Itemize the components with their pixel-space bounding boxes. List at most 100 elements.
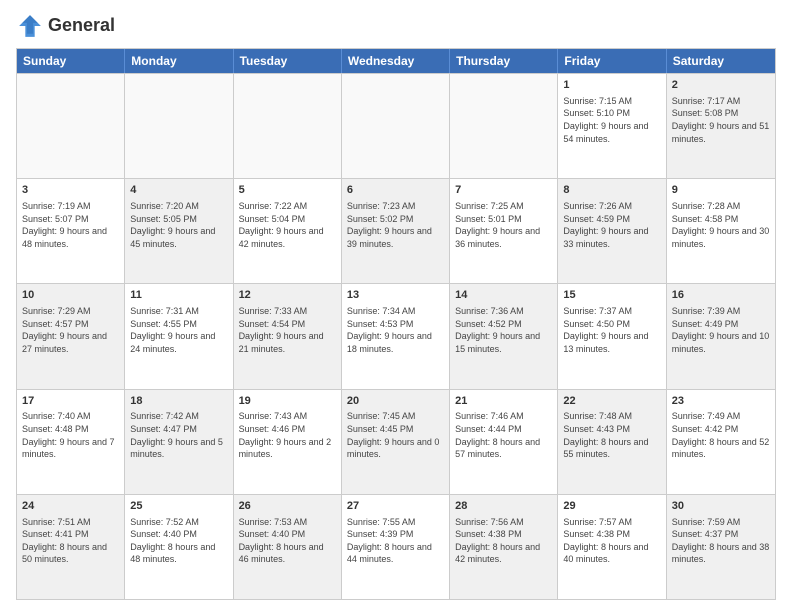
calendar-cell-r2-c6: 16Sunrise: 7:39 AMSunset: 4:49 PMDayligh… — [667, 284, 775, 388]
cell-info-line: Sunrise: 7:40 AM — [22, 410, 119, 423]
day-number: 5 — [239, 183, 336, 198]
cell-info-line: Daylight: 9 hours and 45 minutes. — [130, 225, 227, 250]
cell-info-line: Daylight: 8 hours and 57 minutes. — [455, 436, 552, 461]
cell-info-line: Daylight: 9 hours and 39 minutes. — [347, 225, 444, 250]
cell-info-line: Sunrise: 7:17 AM — [672, 95, 770, 108]
cell-info-line: Sunset: 4:40 PM — [130, 528, 227, 541]
cell-info-line: Sunset: 4:46 PM — [239, 423, 336, 436]
calendar-cell-r1-c1: 4 Sunrise: 7:20 AMSunset: 5:05 PMDaylight… — [125, 179, 233, 283]
calendar-cell-r2-c3: 13Sunrise: 7:34 AMSunset: 4:53 PMDayligh… — [342, 284, 450, 388]
weekday-header-wednesday: Wednesday — [342, 49, 450, 73]
cell-info-line: Daylight: 9 hours and 0 minutes. — [347, 436, 444, 461]
weekday-header-sunday: Sunday — [17, 49, 125, 73]
cell-info-line: Sunrise: 7:45 AM — [347, 410, 444, 423]
calendar-cell-r1-c3: 6Sunrise: 7:23 AMSunset: 5:02 PMDaylight… — [342, 179, 450, 283]
calendar-cell-r0-c6: 2Sunrise: 7:17 AMSunset: 5:08 PMDaylight… — [667, 74, 775, 178]
logo-brand: General — [48, 16, 115, 36]
cell-info-line: Sunset: 4:58 PM — [672, 213, 770, 226]
cell-info-line: Sunset: 4:42 PM — [672, 423, 770, 436]
calendar: SundayMondayTuesdayWednesdayThursdayFrid… — [16, 48, 776, 600]
calendar-cell-r2-c2: 12Sunrise: 7:33 AMSunset: 4:54 PMDayligh… — [234, 284, 342, 388]
day-number: 2 — [672, 78, 770, 93]
day-number: 4 — [130, 183, 227, 198]
cell-info-line: Sunset: 4:39 PM — [347, 528, 444, 541]
calendar-cell-r1-c6: 9Sunrise: 7:28 AMSunset: 4:58 PMDaylight… — [667, 179, 775, 283]
day-number: 21 — [455, 394, 552, 409]
cell-info-line: Sunset: 5:02 PM — [347, 213, 444, 226]
calendar-header: SundayMondayTuesdayWednesdayThursdayFrid… — [17, 49, 775, 73]
cell-info-line: Sunset: 5:08 PM — [672, 107, 770, 120]
cell-info-line: Daylight: 8 hours and 48 minutes. — [130, 541, 227, 566]
cell-info-line: Daylight: 9 hours and 7 minutes. — [22, 436, 119, 461]
day-number: 22 — [563, 394, 660, 409]
calendar-row-1: 3Sunrise: 7:19 AMSunset: 5:07 PMDaylight… — [17, 178, 775, 283]
cell-info-line: Sunset: 4:49 PM — [672, 318, 770, 331]
cell-info-line: Sunset: 5:01 PM — [455, 213, 552, 226]
day-number: 28 — [455, 499, 552, 514]
cell-info-line: Sunrise: 7:20 AM — [130, 200, 227, 213]
cell-info-line: Sunset: 5:10 PM — [563, 107, 660, 120]
calendar-cell-r0-c2 — [234, 74, 342, 178]
cell-info-line: Sunset: 4:54 PM — [239, 318, 336, 331]
cell-info-line: Daylight: 9 hours and 54 minutes. — [563, 120, 660, 145]
cell-info-line: Sunset: 4:47 PM — [130, 423, 227, 436]
cell-info-line: Sunrise: 7:34 AM — [347, 305, 444, 318]
cell-info-line: Sunrise: 7:55 AM — [347, 516, 444, 529]
calendar-row-0: 1 Sunrise: 7:15 AMSunset: 5:10 PMDaylight… — [17, 73, 775, 178]
day-number: 14 — [455, 288, 552, 303]
calendar-cell-r0-c0 — [17, 74, 125, 178]
cell-info-line: Sunset: 4:41 PM — [22, 528, 119, 541]
calendar-cell-r3-c2: 19Sunrise: 7:43 AMSunset: 4:46 PMDayligh… — [234, 390, 342, 494]
calendar-cell-r2-c0: 10Sunrise: 7:29 AMSunset: 4:57 PMDayligh… — [17, 284, 125, 388]
cell-info-line: Sunrise: 7:31 AM — [130, 305, 227, 318]
cell-info-line: Sunrise: 7:48 AM — [563, 410, 660, 423]
calendar-cell-r1-c0: 3Sunrise: 7:19 AMSunset: 5:07 PMDaylight… — [17, 179, 125, 283]
cell-info-line: Sunrise: 7:51 AM — [22, 516, 119, 529]
calendar-row-4: 24 Sunrise: 7:51 AMSunset: 4:41 PM Dayligh… — [17, 494, 775, 599]
day-number: 16 — [672, 288, 770, 303]
weekday-header-tuesday: Tuesday — [234, 49, 342, 73]
cell-info-line: Sunset: 4:38 PM — [455, 528, 552, 541]
day-number: 24 — [22, 499, 119, 514]
cell-info-line: Sunrise: 7:33 AM — [239, 305, 336, 318]
cell-info-line: Sunset: 4:40 PM — [239, 528, 336, 541]
day-number: 6 — [347, 183, 444, 198]
calendar-cell-r0-c4 — [450, 74, 558, 178]
calendar-cell-r1-c2: 5Sunrise: 7:22 AMSunset: 5:04 PMDaylight… — [234, 179, 342, 283]
calendar-cell-r2-c1: 11Sunrise: 7:31 AMSunset: 4:55 PMDayligh… — [125, 284, 233, 388]
cell-info-line: Sunset: 4:45 PM — [347, 423, 444, 436]
cell-info-line: Sunrise: 7:57 AM — [563, 516, 660, 529]
cell-info-line: Daylight: 9 hours and 48 minutes. — [22, 225, 119, 250]
day-number: 12 — [239, 288, 336, 303]
calendar-row-2: 10Sunrise: 7:29 AMSunset: 4:57 PMDayligh… — [17, 283, 775, 388]
cell-info-line: Sunset: 5:07 PM — [22, 213, 119, 226]
cell-info-line: Sunrise: 7:56 AM — [455, 516, 552, 529]
cell-info-line: Sunrise: 7:53 AM — [239, 516, 336, 529]
cell-info-line: Daylight: 9 hours and 27 minutes. — [22, 330, 119, 355]
day-number: 17 — [22, 394, 119, 409]
calendar-cell-r1-c4: 7Sunrise: 7:25 AMSunset: 5:01 PMDaylight… — [450, 179, 558, 283]
calendar-cell-r4-c0: 24Sunrise: 7:51 AMSunset: 4:41 PMDayligh… — [17, 495, 125, 599]
logo-icon — [16, 12, 44, 40]
calendar-cell-r1-c5: 8Sunrise: 7:26 AMSunset: 4:59 PMDaylight… — [558, 179, 666, 283]
calendar-cell-r0-c3 — [342, 74, 450, 178]
cell-info-line: Sunset: 4:37 PM — [672, 528, 770, 541]
cell-info-line: Sunrise: 7:46 AM — [455, 410, 552, 423]
cell-info-line: Sunset: 5:05 PM — [130, 213, 227, 226]
cell-info-line: Sunset: 4:48 PM — [22, 423, 119, 436]
cell-info-line: Daylight: 8 hours and 46 minutes. — [239, 541, 336, 566]
cell-info-line: Sunrise: 7:29 AM — [22, 305, 119, 318]
day-number: 1 — [563, 78, 660, 93]
cell-info-line: Sunset: 4:38 PM — [563, 528, 660, 541]
cell-info-line: Sunrise: 7:22 AM — [239, 200, 336, 213]
day-number: 20 — [347, 394, 444, 409]
cell-info-line: Daylight: 9 hours and 42 minutes. — [239, 225, 336, 250]
cell-info-line: Sunset: 4:50 PM — [563, 318, 660, 331]
weekday-header-thursday: Thursday — [450, 49, 558, 73]
calendar-cell-r0-c1 — [125, 74, 233, 178]
calendar-cell-r3-c4: 21Sunrise: 7:46 AMSunset: 4:44 PMDayligh… — [450, 390, 558, 494]
calendar-cell-r0-c5: 1 Sunrise: 7:15 AMSunset: 5:10 PMDaylight… — [558, 74, 666, 178]
cell-info-line: Sunrise: 7:15 AM — [563, 95, 660, 108]
cell-info-line: Daylight: 8 hours and 40 minutes. — [563, 541, 660, 566]
day-number: 8 — [563, 183, 660, 198]
